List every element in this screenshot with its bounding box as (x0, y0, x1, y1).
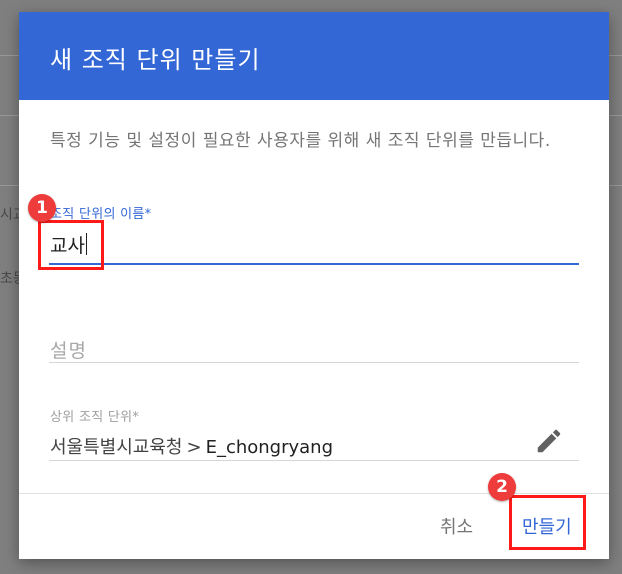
dialog-description: 특정 기능 및 설정이 필요한 사용자를 위해 새 조직 단위를 만듭니다. (50, 131, 551, 151)
dialog-title: 새 조직 단위 만들기 (50, 46, 261, 74)
step1-highlight-box (38, 220, 104, 270)
name-input-underline (49, 263, 579, 265)
step1-badge: 1 (28, 194, 56, 222)
create-org-unit-dialog: 새 조직 단위 만들기 특정 기능 및 설정이 필요한 사용자를 위해 새 조직… (19, 12, 609, 559)
path-separator: > (186, 437, 202, 458)
parent-org-path: 서울특별시교육청 > E_chongryang (50, 433, 333, 459)
dialog-header: 새 조직 단위 만들기 (19, 12, 609, 100)
description-input[interactable]: 설명 (50, 336, 87, 363)
step2-highlight-box (509, 495, 586, 550)
parent-org-label: 상위 조직 단위* (50, 410, 140, 425)
cancel-button[interactable]: 취소 (434, 510, 479, 546)
dialog-footer-divider (19, 493, 609, 494)
pencil-icon[interactable] (534, 426, 564, 456)
description-input-underline (49, 362, 579, 363)
parent-org-child: E_chongryang (205, 437, 334, 458)
parent-org-underline (49, 460, 579, 461)
step2-badge: 2 (488, 473, 516, 501)
parent-org-root: 서울특별시교육청 (50, 437, 183, 458)
